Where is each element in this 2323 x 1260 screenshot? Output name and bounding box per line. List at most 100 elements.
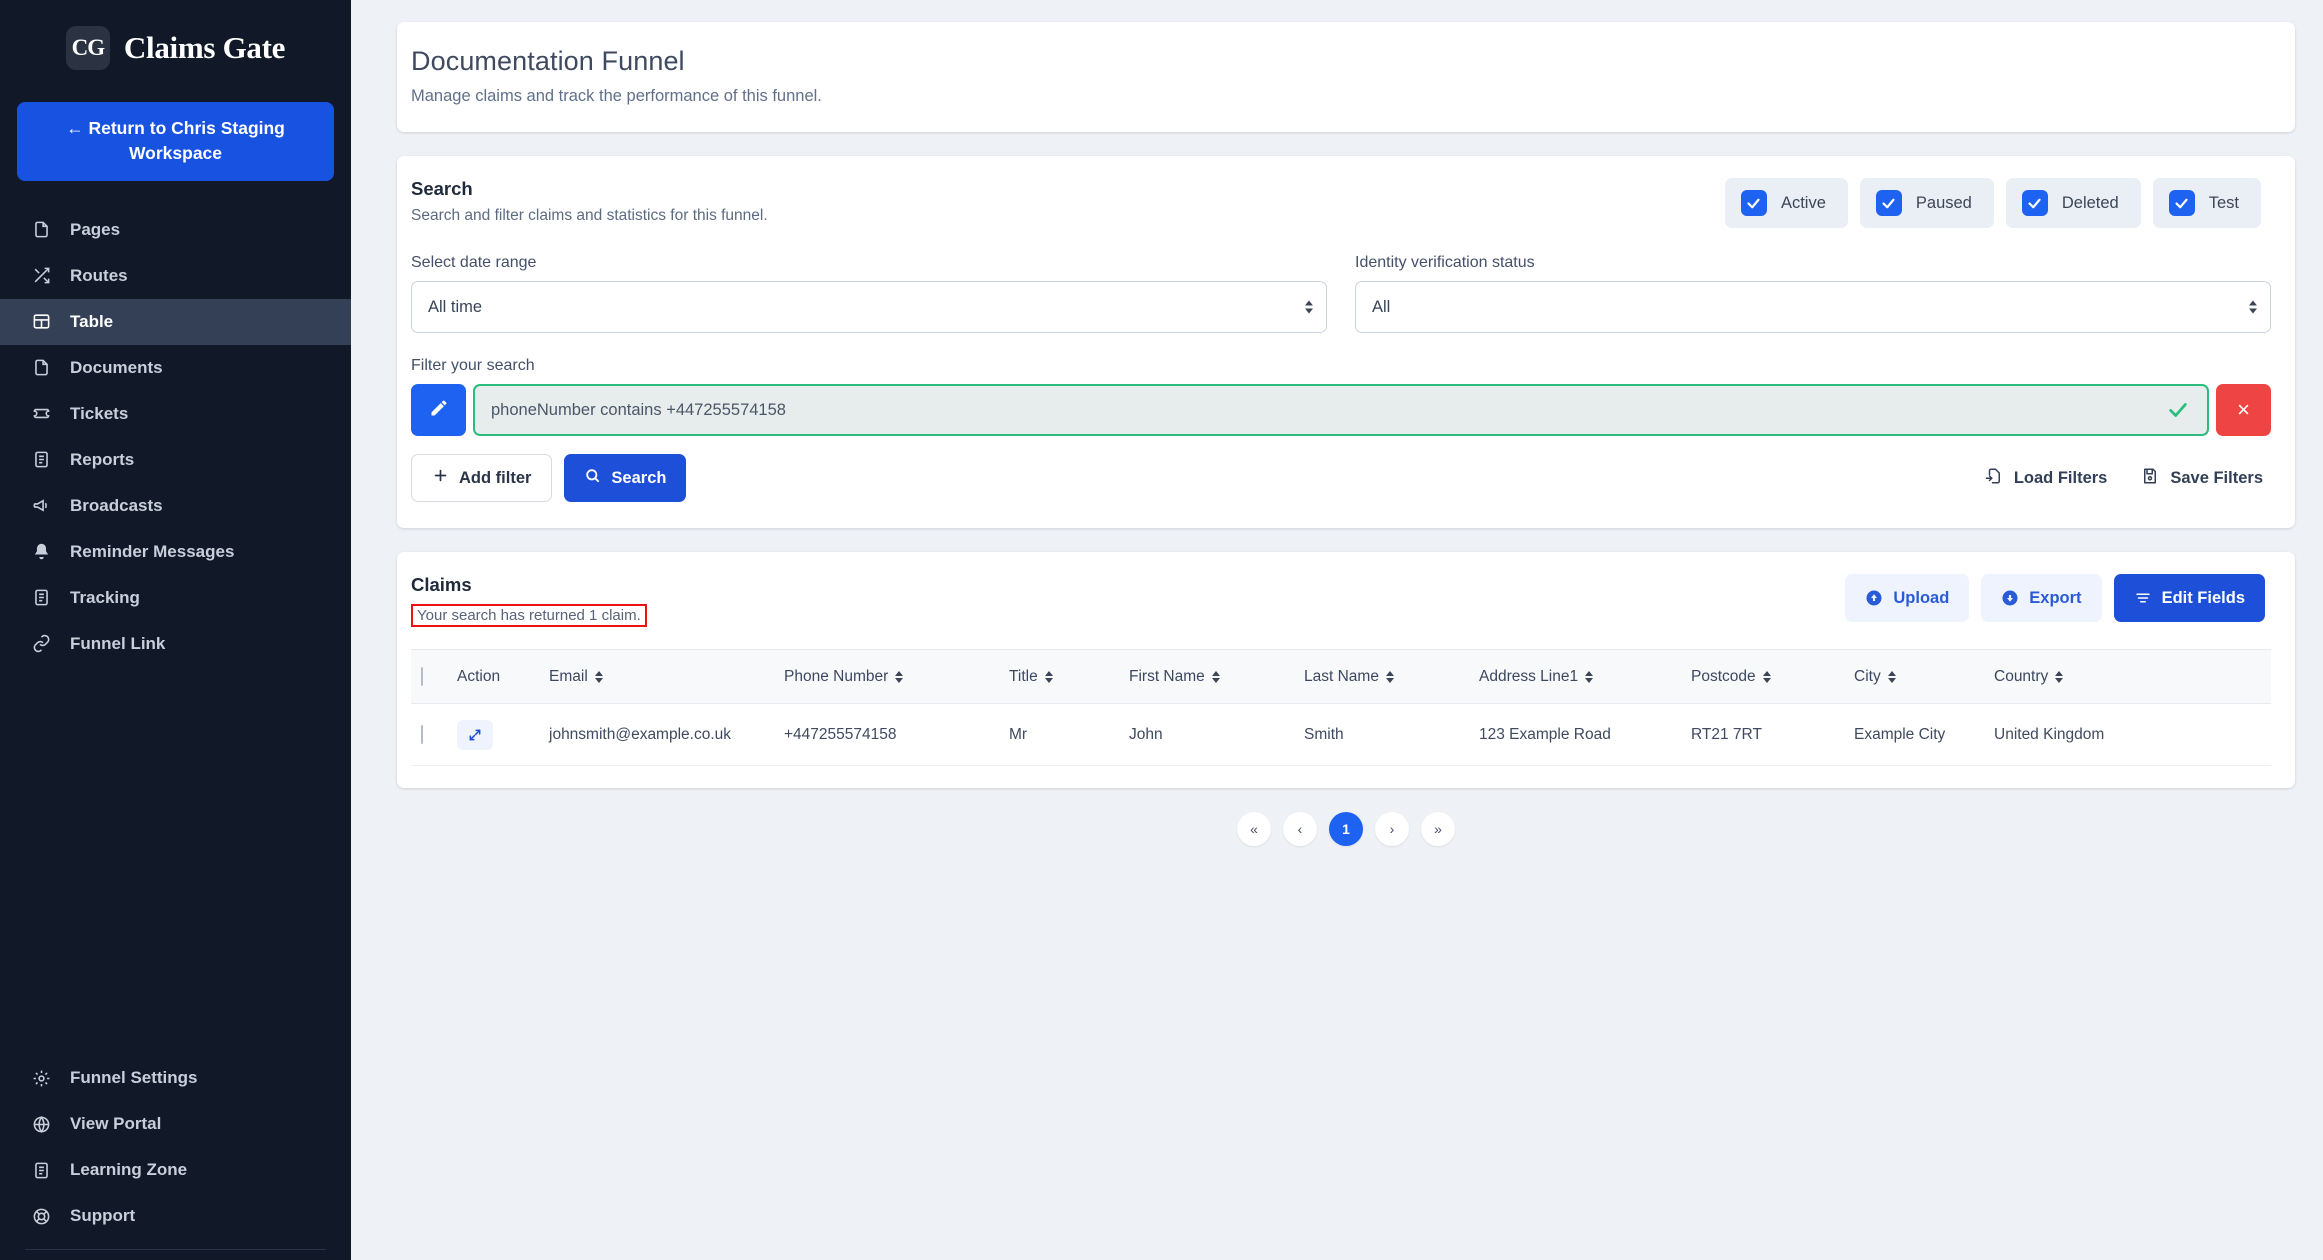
- sort-icon[interactable]: [1762, 670, 1771, 683]
- edit-fields-button[interactable]: Edit Fields: [2113, 574, 2265, 622]
- column-header-action: Action: [457, 649, 549, 704]
- sidebar-item-funnel-link[interactable]: Funnel Link: [0, 621, 351, 667]
- sidebar-item-tickets[interactable]: Tickets: [0, 391, 351, 437]
- sidebar-item-label: Support: [70, 1206, 136, 1225]
- sidebar-item-label: Learning Zone: [70, 1160, 188, 1179]
- sort-icon[interactable]: [594, 670, 603, 683]
- sort-icon[interactable]: [1585, 670, 1594, 683]
- sort-icon[interactable]: [1887, 670, 1896, 683]
- sidebar-bottom-nav: Funnel Settings View Portal Learning Zon…: [0, 1055, 351, 1260]
- column-label: Last Name: [1304, 667, 1379, 685]
- checkbox-checked-icon[interactable]: [1875, 190, 1902, 216]
- sort-icon[interactable]: [2055, 670, 2064, 683]
- sidebar-item-pages[interactable]: Pages: [0, 207, 351, 253]
- add-filter-button[interactable]: Add filter: [411, 454, 553, 502]
- checkbox-checked-icon[interactable]: [2021, 190, 2048, 216]
- filters-row: Select date range All time Identity veri…: [411, 254, 2271, 333]
- sidebar-item-learning-zone[interactable]: Learning Zone: [0, 1147, 351, 1193]
- file-icon: [31, 219, 52, 240]
- sidebar-item-broadcasts[interactable]: Broadcasts: [0, 483, 351, 529]
- sidebar-item-view-portal[interactable]: View Portal: [0, 1101, 351, 1147]
- table-header-row: Action Email Phone Number Title First Na: [411, 649, 2271, 704]
- column-header-phone-number[interactable]: Phone Number: [784, 649, 1009, 704]
- cell-title: Mr: [1009, 703, 1129, 766]
- checkbox-checked-icon[interactable]: [2168, 190, 2195, 216]
- identity-status-value: All: [1372, 297, 1391, 316]
- sidebar-item-tracking[interactable]: Tracking: [0, 575, 351, 621]
- logo-icon: CG: [65, 26, 110, 70]
- sort-icon[interactable]: [1385, 670, 1394, 683]
- status-filter-paused[interactable]: Paused: [1859, 178, 1994, 228]
- upload-button[interactable]: Upload: [1845, 574, 1970, 622]
- column-header-title[interactable]: Title: [1009, 649, 1129, 704]
- identity-status-select[interactable]: All: [1355, 281, 2271, 333]
- sidebar-item-label: Broadcasts: [70, 495, 163, 515]
- claims-card: Claims Your search has returned 1 claim.…: [397, 552, 2295, 788]
- row-checkbox[interactable]: [421, 724, 423, 744]
- sidebar-item-documents[interactable]: Documents: [0, 345, 351, 391]
- status-filter-active[interactable]: Active: [1724, 178, 1848, 228]
- pagination-page-1[interactable]: 1: [1329, 812, 1363, 846]
- sidebar-item-table[interactable]: Table: [0, 298, 351, 345]
- filter-lines-icon: [2134, 589, 2152, 607]
- status-filter-test[interactable]: Test: [2152, 178, 2261, 228]
- column-header-first-name[interactable]: First Name: [1129, 649, 1304, 704]
- bell-icon: [31, 541, 52, 562]
- search-header-text: Search Search and filter claims and stat…: [411, 178, 768, 225]
- plus-icon: [432, 467, 449, 489]
- column-header-address-line1[interactable]: Address Line1: [1479, 649, 1691, 704]
- filter-search-input[interactable]: phoneNumber contains +447255574158: [473, 384, 2209, 436]
- search-subtitle: Search and filter claims and statistics …: [411, 207, 768, 224]
- load-filters-button[interactable]: Load Filters: [1985, 467, 2107, 490]
- export-label: Export: [2029, 588, 2082, 607]
- date-range-label: Select date range: [411, 254, 537, 271]
- pagination-first[interactable]: «: [1237, 812, 1271, 846]
- report-icon: [31, 449, 52, 470]
- export-button[interactable]: Export: [1981, 574, 2102, 622]
- app-root: CG Claims Gate ← Return to Chris Staging…: [0, 0, 2323, 1260]
- pagination-last[interactable]: »: [1421, 812, 1455, 846]
- status-filter-group: Active Paused Deleted Test: [1724, 178, 2271, 228]
- search-button[interactable]: Search: [564, 454, 687, 502]
- filter-input-value: phoneNumber contains +447255574158: [491, 400, 786, 419]
- column-header-country[interactable]: Country: [1994, 649, 2271, 704]
- save-filters-button[interactable]: Save Filters: [2141, 467, 2263, 490]
- identity-status-label: Identity verification status: [1355, 254, 1535, 271]
- sort-icon[interactable]: [1211, 670, 1220, 683]
- select-all-checkbox[interactable]: [421, 666, 423, 686]
- sidebar-item-label: Documents: [70, 357, 163, 377]
- pagination: « ‹ 1 › »: [397, 812, 2295, 846]
- pagination-next[interactable]: ›: [1375, 812, 1409, 846]
- page-subtitle: Manage claims and track the performance …: [411, 87, 822, 105]
- edit-filter-button[interactable]: [411, 384, 466, 436]
- main-content: Documentation Funnel Manage claims and t…: [351, 0, 2323, 1260]
- sidebar-item-support[interactable]: Support: [0, 1193, 351, 1239]
- cell-first-name: John: [1129, 703, 1304, 766]
- column-label: Action: [457, 667, 501, 685]
- sidebar-item-routes[interactable]: Routes: [0, 253, 351, 299]
- column-header-last-name[interactable]: Last Name: [1304, 649, 1479, 704]
- search-title: Search: [411, 178, 473, 199]
- column-header-email[interactable]: Email: [549, 649, 784, 704]
- claims-table-head: Action Email Phone Number Title First Na: [411, 649, 2271, 704]
- page-header-card: Documentation Funnel Manage claims and t…: [397, 22, 2295, 132]
- return-to-workspace-button[interactable]: ← Return to Chris Staging Workspace: [17, 102, 334, 181]
- expand-row-button[interactable]: [457, 719, 493, 750]
- date-range-select[interactable]: All time: [411, 281, 1327, 333]
- sidebar-item-reports[interactable]: Reports: [0, 437, 351, 483]
- column-header-city[interactable]: City: [1854, 649, 1994, 704]
- checkbox-checked-icon[interactable]: [1740, 190, 1767, 216]
- sort-icon[interactable]: [895, 670, 904, 683]
- date-range-group: Select date range All time: [411, 254, 1327, 333]
- sidebar-item-funnel-settings[interactable]: Funnel Settings: [0, 1055, 351, 1101]
- status-filter-deleted[interactable]: Deleted: [2005, 178, 2141, 228]
- column-header-postcode[interactable]: Postcode: [1691, 649, 1854, 704]
- remove-filter-button[interactable]: ×: [2216, 384, 2271, 436]
- date-range-value: All time: [428, 297, 483, 316]
- table-row[interactable]: johnsmith@example.co.uk +447255574158 Mr…: [411, 703, 2271, 766]
- sort-icon[interactable]: [1044, 670, 1053, 683]
- pagination-prev[interactable]: ‹: [1283, 812, 1317, 846]
- identity-status-group: Identity verification status All: [1355, 254, 2271, 333]
- sidebar-item-reminder-messages[interactable]: Reminder Messages: [0, 529, 351, 575]
- column-label: Address Line1: [1479, 667, 1579, 685]
